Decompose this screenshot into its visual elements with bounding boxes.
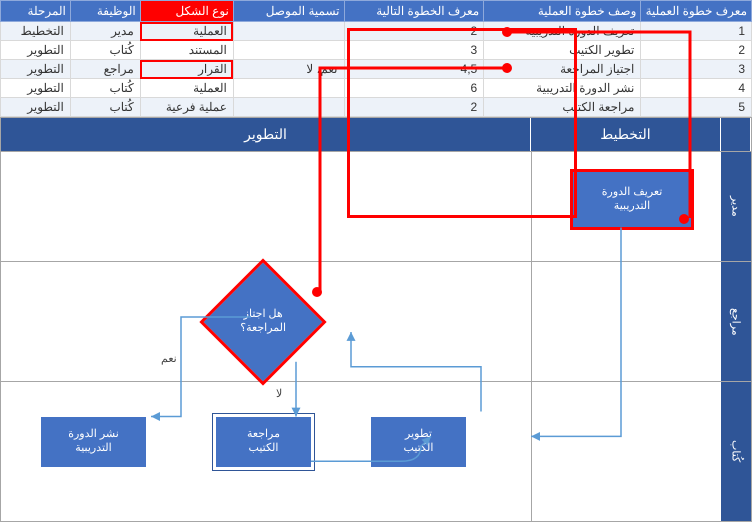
cell-shape-decision: القرار bbox=[140, 60, 233, 79]
table-row: 1 تعريف الدورة التدريبية 2 العملية مدير … bbox=[1, 22, 752, 41]
label-no: لا bbox=[276, 387, 282, 400]
table-row: 4 نشر الدورة التدريبية 6 العملية كُتاب ا… bbox=[1, 79, 752, 98]
col-phase: المرحلة bbox=[1, 1, 71, 22]
shape-publish-course: نشر الدورة التدريبية bbox=[41, 417, 146, 467]
label-yes: نعم bbox=[161, 352, 177, 365]
col-shape: نوع الشكل bbox=[140, 1, 233, 22]
shape-develop-booklet: تطوير الكتيب bbox=[371, 417, 466, 467]
shape-define-course: تعريف الدورة التدريبية bbox=[573, 172, 691, 227]
col-role: الوظيفة bbox=[70, 1, 140, 22]
process-table: معرف خطوة العملية وصف خطوة العملية معرف … bbox=[0, 0, 752, 117]
corner-cell bbox=[721, 118, 751, 151]
shape-review-booklet: مراجعة الكتيب bbox=[216, 417, 311, 467]
swimlane-diagram: التخطيط التطوير مدير تعريف الدورة التدري… bbox=[0, 117, 752, 522]
phase-header-plan: التخطيط bbox=[531, 118, 721, 151]
table-row: 3 اجتياز المراجعة 4,5 نعم، لا القرار مرا… bbox=[1, 60, 752, 79]
cell-shape-process: العملية bbox=[140, 22, 233, 41]
col-conn: تسمية الموصل bbox=[233, 1, 344, 22]
col-id: معرف خطوة العملية bbox=[641, 1, 752, 22]
table-row: 5 مراجعة الكتيب 2 عملية فرعية كُتاب التط… bbox=[1, 98, 752, 117]
shape-decision-pass-review: هل اجتاز المراجعة؟ bbox=[204, 263, 323, 382]
col-next: معرف الخطوة التالية bbox=[344, 1, 484, 22]
role-label-writers: كُتاب bbox=[721, 382, 751, 521]
table-row: 2 تطوير الكتيب 3 المستند كُتاب التطوير bbox=[1, 41, 752, 60]
col-desc: وصف خطوة العملية bbox=[484, 1, 641, 22]
role-label-reviewer: مراجع bbox=[721, 262, 751, 381]
phase-header-dev: التطوير bbox=[1, 118, 531, 151]
role-label-manager: مدير bbox=[721, 152, 751, 261]
